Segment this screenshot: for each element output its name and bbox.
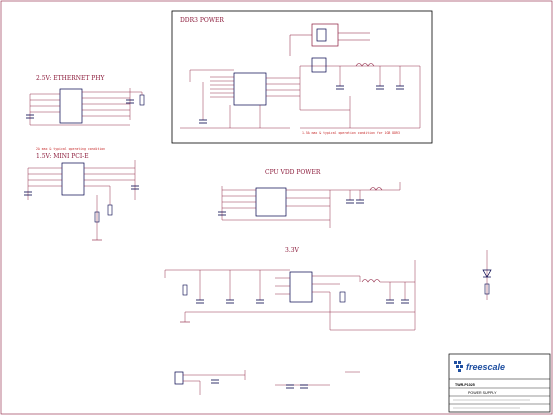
- ddr3-mosfet: [311, 57, 327, 73]
- v33-inductor: [361, 279, 381, 283]
- schematic-sheet: DDR3 POWER 1.5A max & typical operation …: [0, 0, 553, 415]
- v33-title: 3.3V: [285, 247, 300, 254]
- ethernet-regulator-ic: [59, 88, 83, 124]
- minipci-block: 2A max & typical operating condition 1.5…: [24, 147, 139, 241]
- ddr3-title: DDR3 POWER: [180, 17, 224, 24]
- ddr3-power-block: DDR3 POWER 1.5A max & typical operation …: [171, 10, 433, 144]
- sheet-border: [0, 0, 553, 415]
- power-led: [482, 250, 492, 300]
- minipci-title: 1.5V: MINI PCI-E: [36, 153, 89, 160]
- board-name: TWR-P1025: [455, 383, 475, 387]
- page-title: POWER SUPPLY: [468, 391, 497, 395]
- v33-regulator-ic: [289, 271, 313, 303]
- ddr3-regulator-ic: [233, 72, 267, 106]
- v33-block: 3.3V: [164, 247, 492, 331]
- ethernet-phy-block: 2.5V: ETHERNET PHY: [26, 75, 145, 126]
- brand-name: freescale: [466, 362, 505, 372]
- ddr3-inductor: [355, 63, 375, 67]
- cpu-vdd-block: CPU VDD POWER: [218, 169, 401, 228]
- ddr3-jumper-block: [311, 23, 339, 47]
- cpu-regulator-ic: [255, 187, 287, 217]
- title-block: freescale TWR-P1025 POWER SUPPLY: [448, 353, 551, 413]
- cpu-inductor: [369, 187, 383, 191]
- ethernet-title: 2.5V: ETHERNET PHY: [36, 75, 106, 82]
- input-connector-block: [174, 370, 360, 395]
- ddr3-note: 1.5A max & typical operation condition f…: [302, 131, 400, 135]
- cpu-title: CPU VDD POWER: [265, 169, 321, 176]
- minipci-regulator-ic: [61, 162, 85, 196]
- minipci-note: 2A max & typical operating condition: [36, 147, 105, 151]
